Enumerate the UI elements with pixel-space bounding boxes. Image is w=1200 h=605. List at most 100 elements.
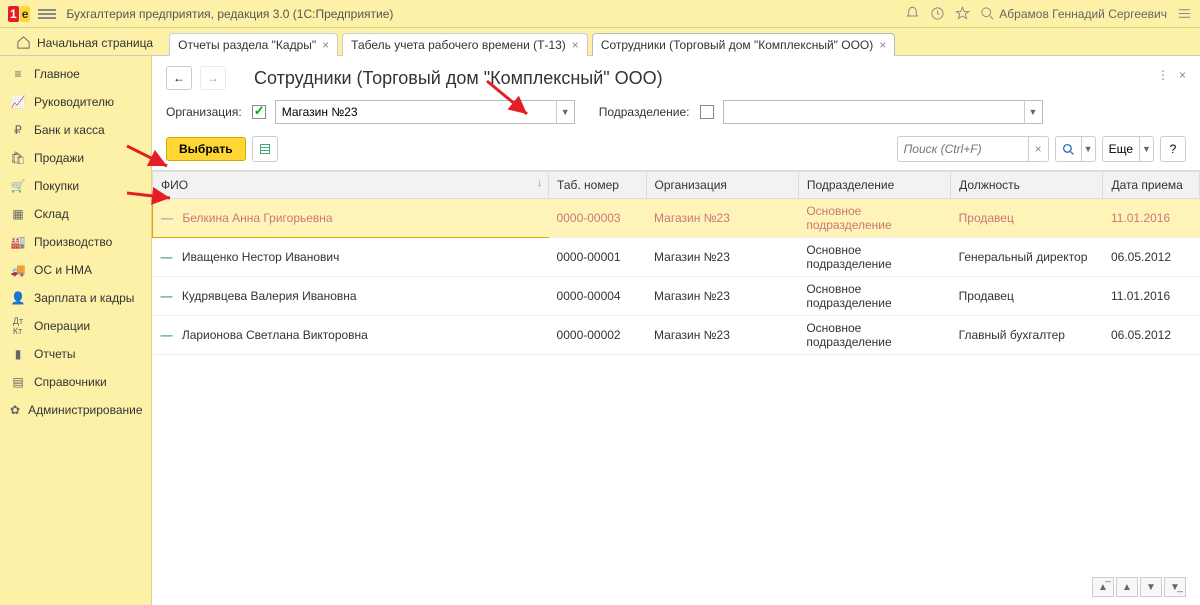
tab-tabel-t13[interactable]: Табель учета рабочего времени (Т-13) ×	[342, 33, 588, 56]
row-status-icon	[161, 211, 179, 225]
sidebar-item-sales[interactable]: 🛍Продажи	[0, 144, 151, 172]
col-tab[interactable]: Таб. номер	[549, 172, 646, 199]
sidebar-item-references[interactable]: ▤ Справочники	[0, 368, 151, 396]
col-date[interactable]: Дата приема	[1103, 172, 1200, 199]
table-nav-controls: ▲̅ ▲ ▼ ▼̲	[1092, 577, 1186, 597]
truck-icon: 🚚	[10, 262, 26, 278]
sidebar-item-label: Производство	[34, 235, 112, 249]
ruble-icon: ₽	[10, 122, 26, 138]
help-button[interactable]: ?	[1160, 136, 1186, 162]
sidebar-item-label: Банк и касса	[34, 123, 105, 137]
sidebar-item-label: Администрирование	[28, 403, 142, 417]
start-page-tab[interactable]: Начальная страница	[4, 30, 165, 55]
sidebar-item-production[interactable]: 🏭Производство	[0, 228, 151, 256]
menu-icon: ≡	[10, 66, 26, 82]
search-input[interactable]	[898, 142, 1028, 156]
nav-forward-button[interactable]: →	[200, 66, 226, 90]
dtkt-icon: ДтКт	[10, 318, 26, 334]
org-select[interactable]: ▼	[275, 100, 575, 124]
cart-icon: 🛒	[10, 178, 26, 194]
app-title: Бухгалтерия предприятия, редакция 3.0 (1…	[66, 7, 393, 21]
nav-up-button[interactable]: ▲	[1116, 577, 1138, 597]
org-checkbox[interactable]	[252, 105, 266, 119]
sidebar-item-label: Покупки	[34, 179, 79, 193]
table-row[interactable]: Кудрявцева Валерия Ивановна0000-00004Маг…	[153, 277, 1200, 316]
list-view-button[interactable]	[252, 136, 278, 162]
book-icon: ▤	[10, 374, 26, 390]
tab-sotrudniki[interactable]: Сотрудники (Торговый дом "Комплексный" О…	[592, 33, 895, 56]
sidebar-item-reports[interactable]: ▮ Отчеты	[0, 340, 151, 368]
search-user[interactable]: Абрамов Геннадий Сергеевич	[980, 6, 1167, 21]
sidebar-item-manager[interactable]: 📈 Руководителю	[0, 88, 151, 116]
dept-select[interactable]: ▼	[723, 100, 1043, 124]
chevron-down-icon[interactable]: ▼	[1081, 137, 1095, 161]
table-row[interactable]: Иващенко Нестор Иванович0000-00001Магази…	[153, 238, 1200, 277]
sidebar-item-admin[interactable]: ✿ Администрирование	[0, 396, 151, 424]
org-input[interactable]	[276, 101, 556, 123]
col-dept[interactable]: Подразделение	[798, 172, 950, 199]
title-bar: 1e Бухгалтерия предприятия, редакция 3.0…	[0, 0, 1200, 28]
sidebar-item-salary[interactable]: 👤 Зарплата и кадры	[0, 284, 151, 312]
close-icon[interactable]: ×	[572, 38, 579, 52]
bars-icon: ▮	[10, 346, 26, 362]
tab-reports-kadry[interactable]: Отчеты раздела "Кадры" ×	[169, 33, 338, 56]
sidebar-item-operations[interactable]: ДтКт Операции	[0, 312, 151, 340]
col-fio[interactable]: ФИО↓	[153, 172, 549, 199]
dropdown-icon[interactable]: ▼	[1024, 101, 1042, 123]
sidebar-item-main[interactable]: ≡ Главное	[0, 60, 151, 88]
select-button[interactable]: Выбрать	[166, 137, 246, 161]
nav-back-button[interactable]: ←	[166, 66, 192, 90]
main-menu-icon[interactable]	[38, 7, 56, 21]
nav-last-button[interactable]: ▼̲	[1164, 577, 1186, 597]
gear-icon: ✿	[10, 402, 20, 418]
more-menu-icon[interactable]: ⋮	[1157, 68, 1169, 82]
col-org[interactable]: Организация	[646, 172, 798, 199]
table-row[interactable]: Белкина Анна Григорьевна0000-00003Магази…	[153, 199, 1200, 238]
dept-label: Подразделение:	[599, 105, 690, 119]
dept-checkbox[interactable]	[700, 105, 714, 119]
search-clear-icon[interactable]: ×	[1028, 137, 1048, 161]
employees-table: ФИО↓ Таб. номер Организация Подразделени…	[152, 170, 1200, 605]
row-status-icon	[161, 328, 179, 342]
tabs-row: Начальная страница Отчеты раздела "Кадры…	[0, 28, 1200, 56]
nav-down-button[interactable]: ▼	[1140, 577, 1162, 597]
sidebar-item-label: Операции	[34, 319, 90, 333]
sidebar-item-label: Склад	[34, 207, 69, 221]
sidebar-item-label: Справочники	[34, 375, 107, 389]
sidebar-item-warehouse[interactable]: ▦ Склад	[0, 200, 151, 228]
org-label: Организация:	[166, 105, 242, 119]
sidebar-item-label: Главное	[34, 67, 80, 81]
close-icon[interactable]: ×	[322, 38, 329, 52]
bell-icon[interactable]	[905, 6, 920, 21]
sidebar-item-label: Зарплата и кадры	[34, 291, 134, 305]
chevron-down-icon[interactable]: ▼	[1139, 137, 1153, 161]
search-options-button[interactable]: ▼	[1055, 136, 1096, 162]
table-header-row: ФИО↓ Таб. номер Организация Подразделени…	[153, 172, 1200, 199]
sidebar-item-label: Руководителю	[34, 95, 114, 109]
more-button[interactable]: Еще ▼	[1102, 136, 1154, 162]
sidebar: ≡ Главное 📈 Руководителю ₽ Банк и касса 🛍Пр…	[0, 56, 152, 605]
boxes-icon: ▦	[10, 206, 26, 222]
page-title: Сотрудники (Торговый дом "Комплексный" О…	[254, 68, 663, 89]
star-icon[interactable]	[955, 6, 970, 21]
sidebar-item-os-nma[interactable]: 🚚ОС и НМА	[0, 256, 151, 284]
nav-first-button[interactable]: ▲̅	[1092, 577, 1114, 597]
table-row[interactable]: Ларионова Светлана Викторовна0000-00002М…	[153, 316, 1200, 355]
close-icon[interactable]: ×	[879, 38, 886, 52]
sort-icon: ↓	[537, 178, 542, 189]
dept-input[interactable]	[724, 101, 1024, 123]
sidebar-item-bank[interactable]: ₽ Банк и касса	[0, 116, 151, 144]
col-pos[interactable]: Должность	[951, 172, 1103, 199]
chart-icon: 📈	[10, 94, 26, 110]
search-box[interactable]: ×	[897, 136, 1049, 162]
row-status-icon	[161, 289, 179, 303]
logo-1c: 1e	[8, 6, 30, 22]
history-icon[interactable]	[930, 6, 945, 21]
sidebar-item-purchases[interactable]: 🛒 Покупки	[0, 172, 151, 200]
person-icon: 👤	[10, 290, 26, 306]
close-content-icon[interactable]: ×	[1179, 68, 1186, 82]
dropdown-icon[interactable]: ▼	[556, 101, 574, 123]
sidebar-item-label: Отчеты	[34, 347, 75, 361]
panel-icon[interactable]	[1177, 6, 1192, 21]
row-status-icon	[161, 250, 179, 264]
